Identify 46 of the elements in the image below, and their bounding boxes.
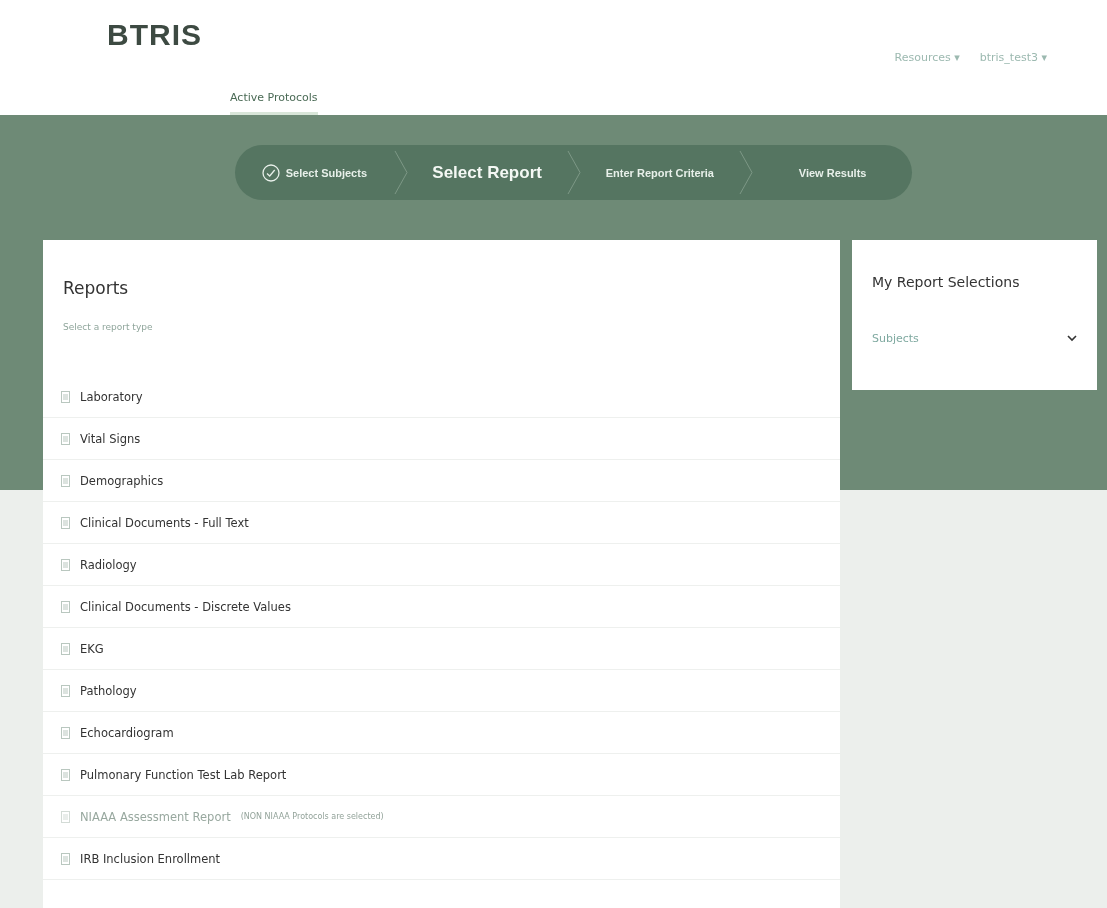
item-label: EKG <box>80 641 104 656</box>
logo: BTRIS <box>107 18 202 52</box>
step-tab[interactable]: Select Subjects <box>235 145 394 200</box>
document-icon <box>61 684 70 697</box>
report-item[interactable]: Radiology <box>43 544 840 586</box>
document-icon <box>61 600 70 613</box>
document-icon <box>61 558 70 571</box>
report-item[interactable]: IRB Inclusion Enrollment <box>43 838 840 880</box>
item-label: Radiology <box>80 557 137 572</box>
report-item[interactable]: Vital Signs <box>43 418 840 460</box>
item-label: Pathology <box>80 683 137 698</box>
report-item[interactable]: Pathology <box>43 670 840 712</box>
card-title: My Report Selections <box>872 274 1021 290</box>
step-tab[interactable]: Select Report <box>407 145 567 200</box>
step-tab[interactable]: Enter Report Criteria <box>580 145 740 200</box>
check-circle-icon <box>261 163 280 182</box>
report-item[interactable]: Clinical Documents - Full Text <box>43 502 840 544</box>
item-label: IRB Inclusion Enrollment <box>80 851 221 866</box>
document-icon <box>61 432 70 445</box>
document-icon <box>61 852 70 865</box>
report-item[interactable]: EKG <box>43 628 840 670</box>
document-icon <box>61 516 70 529</box>
document-icon <box>61 726 70 739</box>
item-label: NIAAA Assessment Report <box>80 809 231 824</box>
report-item[interactable]: Echocardiogram <box>43 712 840 754</box>
chevron-icon <box>1067 335 1077 342</box>
item-label: Pulmonary Function Test Lab Report <box>80 767 287 782</box>
report-item[interactable]: Clinical Documents - Discrete Values <box>43 586 840 628</box>
item-label: Laboratory <box>80 389 143 404</box>
document-icon <box>61 642 70 655</box>
item-label: Vital Signs <box>80 431 141 446</box>
report-item[interactable]: Demographics <box>43 460 840 502</box>
item-label: Clinical Documents - Discrete Values <box>80 599 291 614</box>
document-icon <box>61 474 70 487</box>
report-item[interactable]: Laboratory <box>43 376 840 418</box>
document-icon <box>61 810 70 823</box>
document-icon <box>61 390 70 403</box>
card-title: Reports <box>63 278 130 298</box>
item-label: Clinical Documents - Full Text <box>80 515 249 530</box>
step-tab[interactable]: View Results <box>753 145 912 200</box>
hint-text: Select a report type <box>63 322 154 334</box>
item-note: (NON NIAAA Protocols are selected) <box>240 812 384 821</box>
report-item[interactable]: Pulmonary Function Test Lab Report <box>43 754 840 796</box>
item-label: Demographics <box>80 473 164 488</box>
document-icon <box>61 768 70 781</box>
item-label: Echocardiogram <box>80 725 174 740</box>
